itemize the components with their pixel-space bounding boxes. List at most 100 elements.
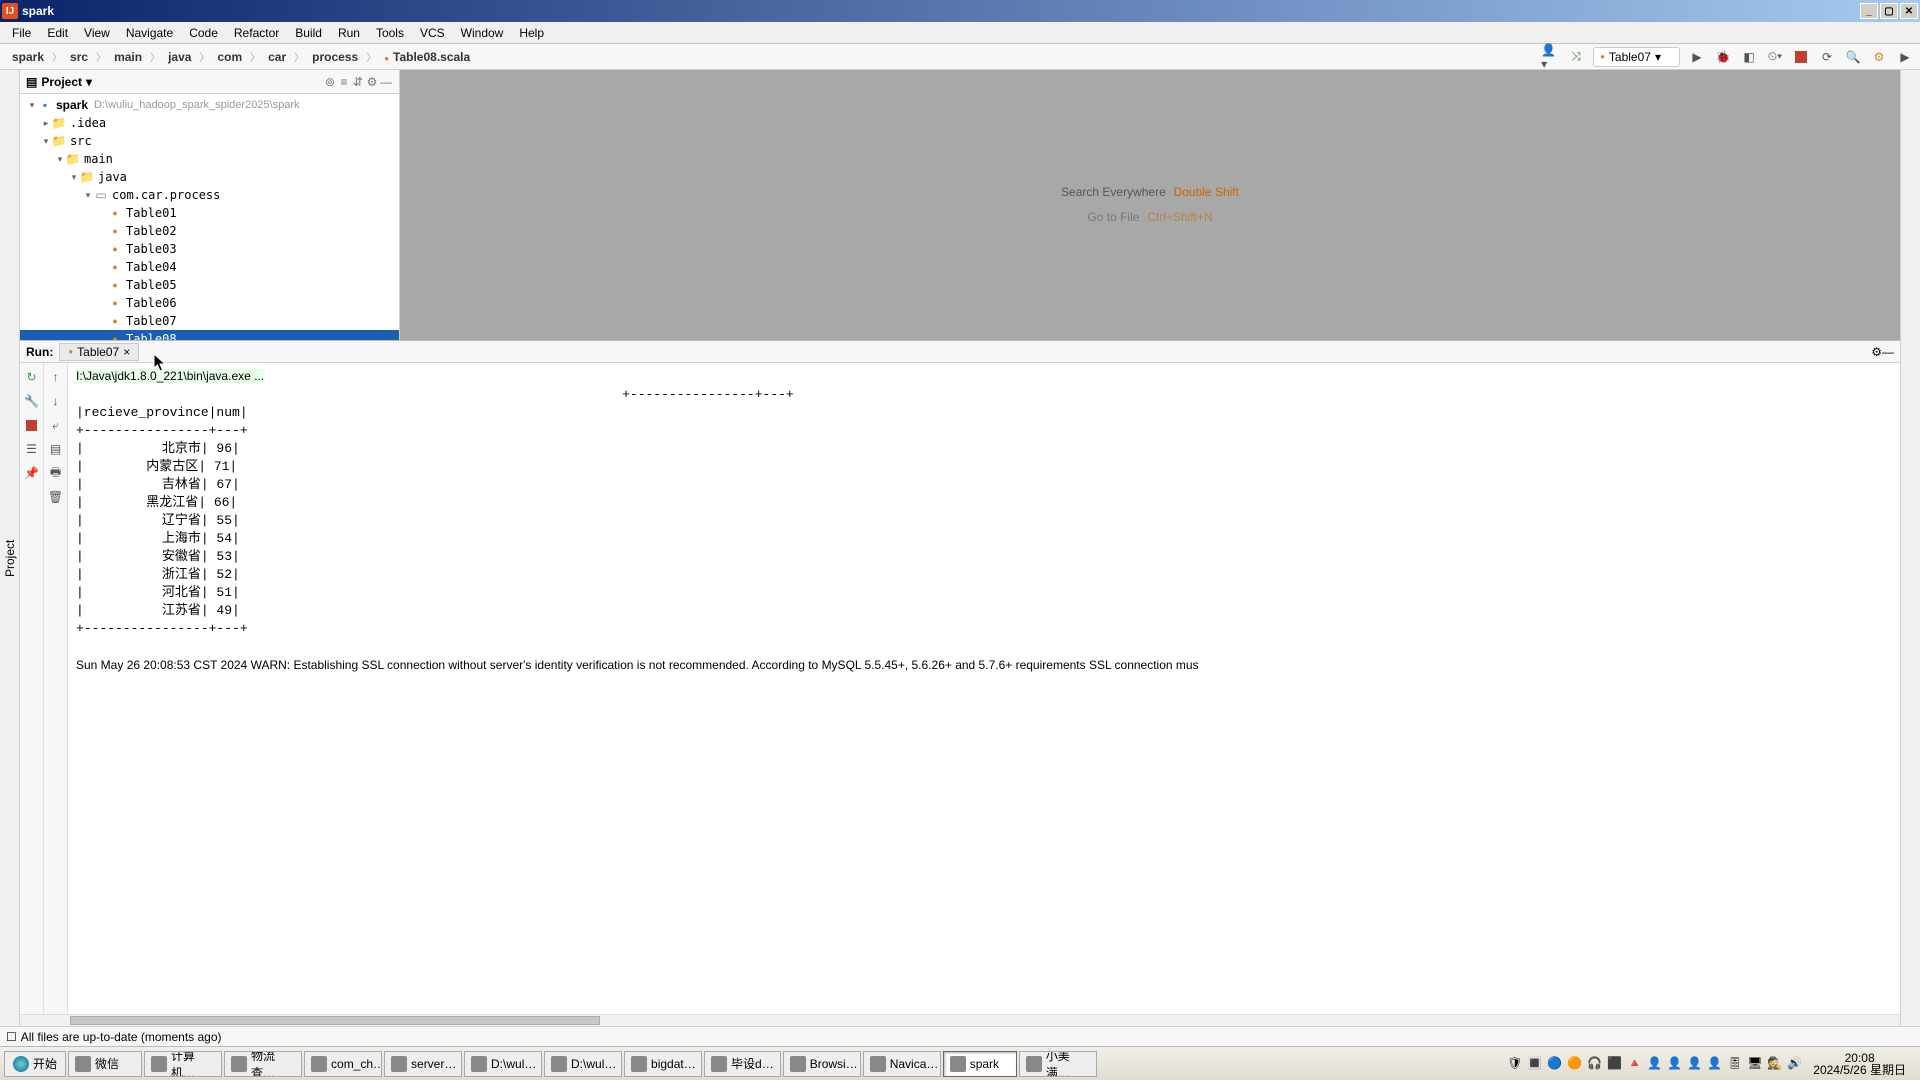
taskbar-clock[interactable]: 20:08 2024/5/26 星期日 xyxy=(1807,1052,1912,1076)
clear-icon[interactable]: 🗑 xyxy=(48,489,64,505)
tree-item[interactable]: Table01 xyxy=(20,204,399,222)
menu-help[interactable]: Help xyxy=(511,24,552,42)
down-icon[interactable]: ↓ xyxy=(48,393,64,409)
taskbar-button[interactable]: spark xyxy=(943,1051,1017,1077)
taskbar-button[interactable]: com_ch… xyxy=(304,1051,382,1077)
attach-icon[interactable]: 🔧 xyxy=(24,393,40,409)
tree-item[interactable]: Table06 xyxy=(20,294,399,312)
pin-icon[interactable]: 📌 xyxy=(24,465,40,481)
run-settings-icon[interactable]: ⚙ xyxy=(1871,345,1882,359)
tree-item[interactable]: Table02 xyxy=(20,222,399,240)
debug-button[interactable]: 🐞 xyxy=(1714,48,1732,66)
taskbar-button[interactable]: bigdat… xyxy=(624,1051,702,1077)
project-tree[interactable]: ▾sparkD:\wuliu_hadoop_spark_spider2025\s… xyxy=(20,94,399,340)
coverage-button[interactable]: ◧ xyxy=(1740,48,1758,66)
build-icon[interactable]: ⤨ xyxy=(1567,48,1585,66)
taskbar-button[interactable]: Navica… xyxy=(863,1051,941,1077)
collapse-all-icon[interactable]: ⇵ xyxy=(351,75,365,89)
menu-view[interactable]: View xyxy=(76,24,118,42)
maximize-button[interactable]: ▢ xyxy=(1880,3,1898,19)
crumb[interactable]: com xyxy=(211,48,248,66)
taskbar-button[interactable]: 毕设d… xyxy=(704,1051,781,1077)
update-button[interactable]: ⟳ xyxy=(1818,48,1836,66)
menu-vcs[interactable]: VCS xyxy=(412,24,453,42)
stop-button[interactable] xyxy=(1792,48,1810,66)
tree-item[interactable]: ▾📁java xyxy=(20,168,399,186)
select-opened-icon[interactable]: ⊚ xyxy=(323,75,337,89)
tree-item[interactable]: Table04 xyxy=(20,258,399,276)
crumb[interactable]: car xyxy=(262,48,292,66)
menu-run[interactable]: Run xyxy=(330,24,368,42)
crumb[interactable]: java xyxy=(162,48,197,66)
crumb[interactable]: process xyxy=(306,48,364,66)
tree-item[interactable]: ▾▭com.car.process xyxy=(20,186,399,204)
tray-icon[interactable]: 👤 xyxy=(1647,1056,1663,1072)
settings-icon[interactable]: ⚙ xyxy=(1870,48,1888,66)
tray-icon[interactable]: 🛡 xyxy=(1507,1056,1523,1072)
start-button[interactable]: 开始 xyxy=(4,1051,66,1077)
tree-item[interactable]: ▸📁.idea xyxy=(20,114,399,132)
tree-item[interactable]: Table03 xyxy=(20,240,399,258)
tray-icon[interactable]: 🟠 xyxy=(1567,1056,1583,1072)
wrap-icon[interactable]: ⤶ xyxy=(48,417,64,433)
console-hscrollbar[interactable] xyxy=(20,1014,1900,1026)
crumb-current[interactable]: Table08.scala xyxy=(378,48,476,66)
run-anything-button[interactable]: ▶ xyxy=(1896,48,1914,66)
menu-file[interactable]: File xyxy=(4,24,39,42)
console-output[interactable]: I:\Java\jdk1.8.0_221\bin\java.exe ... +-… xyxy=(68,363,1900,1014)
hide-panel-icon[interactable]: — xyxy=(379,75,393,89)
taskbar-button[interactable]: 小美满… xyxy=(1019,1051,1097,1077)
run-tab[interactable]: Table07 × xyxy=(59,343,139,361)
search-icon[interactable]: 🔍 xyxy=(1844,48,1862,66)
crumb[interactable]: spark xyxy=(6,48,50,66)
run-config-selector[interactable]: Table07 ▾ xyxy=(1593,47,1680,67)
tree-item[interactable]: ▾📁main xyxy=(20,150,399,168)
tray-icon[interactable]: 🔊 xyxy=(1787,1056,1803,1072)
stop-icon[interactable] xyxy=(24,417,40,433)
taskbar-button[interactable]: server… xyxy=(384,1051,462,1077)
minimize-button[interactable]: _ xyxy=(1860,3,1878,19)
menu-window[interactable]: Window xyxy=(453,24,512,42)
tray-icon[interactable]: 🕵 xyxy=(1767,1056,1783,1072)
menu-tools[interactable]: Tools xyxy=(368,24,412,42)
taskbar-button[interactable]: 计算机… xyxy=(144,1051,222,1077)
tree-item[interactable]: Table08 xyxy=(20,330,399,340)
taskbar-button[interactable]: 物流查… xyxy=(224,1051,302,1077)
menu-refactor[interactable]: Refactor xyxy=(226,24,287,42)
close-button[interactable]: ✕ xyxy=(1900,3,1918,19)
crumb[interactable]: main xyxy=(108,48,148,66)
print-icon[interactable]: 🖶 xyxy=(48,465,64,481)
menu-code[interactable]: Code xyxy=(181,24,226,42)
run-button[interactable]: ▶ xyxy=(1688,48,1706,66)
tree-item[interactable]: Table05 xyxy=(20,276,399,294)
tray-icon[interactable]: ⬛ xyxy=(1607,1056,1623,1072)
run-hide-icon[interactable]: — xyxy=(1882,345,1894,359)
expand-all-icon[interactable]: ≡ xyxy=(337,75,351,89)
taskbar-button[interactable]: D:\wul… xyxy=(544,1051,622,1077)
tray-icon[interactable]: 🔺 xyxy=(1627,1056,1643,1072)
tray-icon[interactable]: 👤 xyxy=(1687,1056,1703,1072)
layout-icon[interactable]: ☰ xyxy=(24,441,40,457)
taskbar-button[interactable]: 微信 xyxy=(68,1051,142,1077)
menu-build[interactable]: Build xyxy=(287,24,330,42)
tray-icon[interactable]: 🖥 xyxy=(1747,1056,1763,1072)
tree-item[interactable]: ▾📁src xyxy=(20,132,399,150)
tray-icon[interactable]: 👤 xyxy=(1667,1056,1683,1072)
taskbar-button[interactable]: D:\wul… xyxy=(464,1051,542,1077)
profile-button[interactable]: ⏲▾ xyxy=(1766,48,1784,66)
tree-item[interactable]: Table07 xyxy=(20,312,399,330)
crumb[interactable]: src xyxy=(64,48,94,66)
up-icon[interactable]: ↑ xyxy=(48,369,64,385)
menu-navigate[interactable]: Navigate xyxy=(118,24,181,42)
project-tool-tab[interactable]: Project xyxy=(1,70,19,1046)
menu-edit[interactable]: Edit xyxy=(39,24,76,42)
tray-icon[interactable]: 🎧 xyxy=(1587,1056,1603,1072)
tray-icon[interactable]: 👤 xyxy=(1707,1056,1723,1072)
taskbar-button[interactable]: Browsi… xyxy=(783,1051,861,1077)
scroll-icon[interactable]: ▤ xyxy=(48,441,64,457)
tray-icon[interactable]: 🔳 xyxy=(1527,1056,1543,1072)
tray-icon[interactable]: 🔵 xyxy=(1547,1056,1563,1072)
tray-icon[interactable]: 🎚 xyxy=(1727,1056,1743,1072)
rerun-icon[interactable]: ↻ xyxy=(24,369,40,385)
settings-icon[interactable]: ⚙ xyxy=(365,75,379,89)
